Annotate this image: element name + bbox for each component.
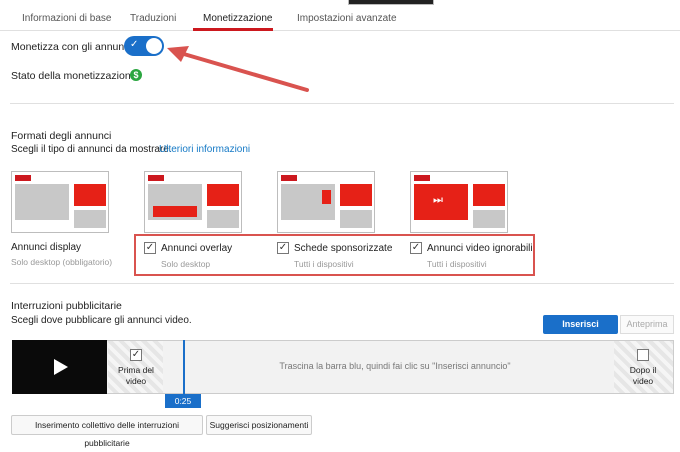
display-ads-note: Solo desktop (obbligatorio)	[11, 257, 113, 267]
timeline-playhead[interactable]	[183, 340, 185, 396]
display-ad-thumbnail	[11, 171, 109, 233]
ad-formats-subtitle: Scegli il tipo di annunci da mostrare.	[11, 144, 172, 155]
check-icon: ✓	[130, 39, 139, 50]
tab-advanced-settings[interactable]: Impostazioni avanzate	[297, 13, 397, 24]
skippable-ads-note: Tutti i dispositivi	[427, 259, 487, 269]
skippable-ads-label: Annunci video ignorabili	[427, 243, 533, 254]
divider	[10, 103, 674, 104]
divider	[10, 283, 674, 284]
post-roll-checkbox[interactable]	[637, 349, 649, 361]
playhead-time: 0:25	[165, 394, 201, 408]
skippable-ads-checkbox[interactable]: ✓	[410, 242, 422, 254]
annotation-arrow	[167, 46, 309, 92]
youtube-logo-icon	[15, 175, 31, 181]
youtube-logo-icon	[281, 175, 297, 181]
youtube-logo-icon	[148, 175, 164, 181]
overlay-ads-label: Annunci overlay	[161, 243, 233, 254]
learn-more-link[interactable]: Ulteriori informazioni	[159, 144, 250, 155]
ad-breaks-title: Interruzioni pubblicitarie	[11, 300, 122, 312]
monetize-toggle[interactable]: ✓	[124, 36, 164, 56]
skip-icon: ⏭	[433, 194, 443, 206]
monetize-label: Monetizza con gli annunci	[11, 41, 132, 53]
tab-translations[interactable]: Traduzioni	[130, 13, 176, 24]
preview-button[interactable]: Anteprima	[620, 315, 674, 334]
video-preview[interactable]	[12, 340, 107, 394]
sponsored-cards-checkbox[interactable]: ✓	[277, 242, 289, 254]
youtube-logo-icon	[414, 175, 430, 181]
overlay-ads-note: Solo desktop	[161, 259, 211, 269]
sponsored-card-thumbnail	[277, 171, 375, 233]
overlay-ad-thumbnail	[144, 171, 242, 233]
dollar-icon: $	[130, 69, 142, 81]
suggest-placements-button[interactable]: Suggerisci posizionamenti	[206, 415, 312, 435]
active-tab-indicator	[193, 28, 273, 31]
annotation-highlight-box	[134, 234, 535, 276]
ad-formats-title: Formati degli annunci	[11, 130, 112, 142]
skippable-video-ad-thumbnail: ⏭	[410, 171, 508, 233]
pre-roll-checkbox[interactable]: ✓	[130, 349, 142, 361]
overlay-ads-checkbox[interactable]: ✓	[144, 242, 156, 254]
bulk-insert-button[interactable]: Inserimento collettivo delle interruzion…	[11, 415, 203, 448]
display-ads-label: Annunci display	[11, 242, 82, 253]
play-icon	[54, 359, 68, 375]
timeline-hint: Trascina la barra blu, quindi fai clic s…	[279, 361, 511, 371]
sponsored-cards-note: Tutti i dispositivi	[294, 259, 354, 269]
post-roll-label: Dopo il video	[629, 365, 657, 386]
ad-breaks-subtitle: Scegli dove pubblicare gli annunci video…	[11, 315, 192, 326]
tab-bar: Informazioni di base Traduzioni Monetizz…	[0, 5, 680, 31]
toggle-knob	[146, 38, 162, 54]
tab-basic-info[interactable]: Informazioni di base	[22, 13, 112, 24]
sponsored-cards-label: Schede sponsorizzate	[294, 243, 393, 254]
monetization-status-label: Stato della monetizzazione:	[11, 70, 140, 82]
insert-ad-button[interactable]: Inserisci annuncio	[543, 315, 618, 348]
pre-roll-label: Prima del video	[118, 365, 154, 386]
tab-monetization[interactable]: Monetizzazione	[203, 13, 272, 24]
